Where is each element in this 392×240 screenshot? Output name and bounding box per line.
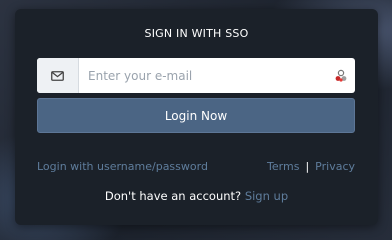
email-addon <box>37 58 79 93</box>
email-input[interactable] <box>79 58 328 93</box>
sso-login-card: SIGN IN WITH SSO Login Now Login with us… <box>15 9 378 225</box>
signup-link[interactable]: Sign up <box>245 189 288 203</box>
signup-row: Don't have an account? Sign up <box>15 189 378 203</box>
login-now-button[interactable]: Login Now <box>37 98 355 133</box>
privacy-link[interactable]: Privacy <box>315 160 355 173</box>
link-separator: | <box>305 160 310 173</box>
password-manager-icon[interactable] <box>334 69 348 83</box>
terms-link[interactable]: Terms <box>267 160 299 173</box>
login-with-password-link[interactable]: Login with username/password <box>37 160 208 173</box>
envelope-icon <box>51 70 64 81</box>
legal-links: Terms | Privacy <box>267 160 355 173</box>
page-title: SIGN IN WITH SSO <box>144 27 249 40</box>
email-input-group <box>37 58 355 93</box>
link-row: Login with username/password Terms | Priva… <box>37 160 355 176</box>
signup-prompt: Don't have an account? <box>104 189 242 203</box>
